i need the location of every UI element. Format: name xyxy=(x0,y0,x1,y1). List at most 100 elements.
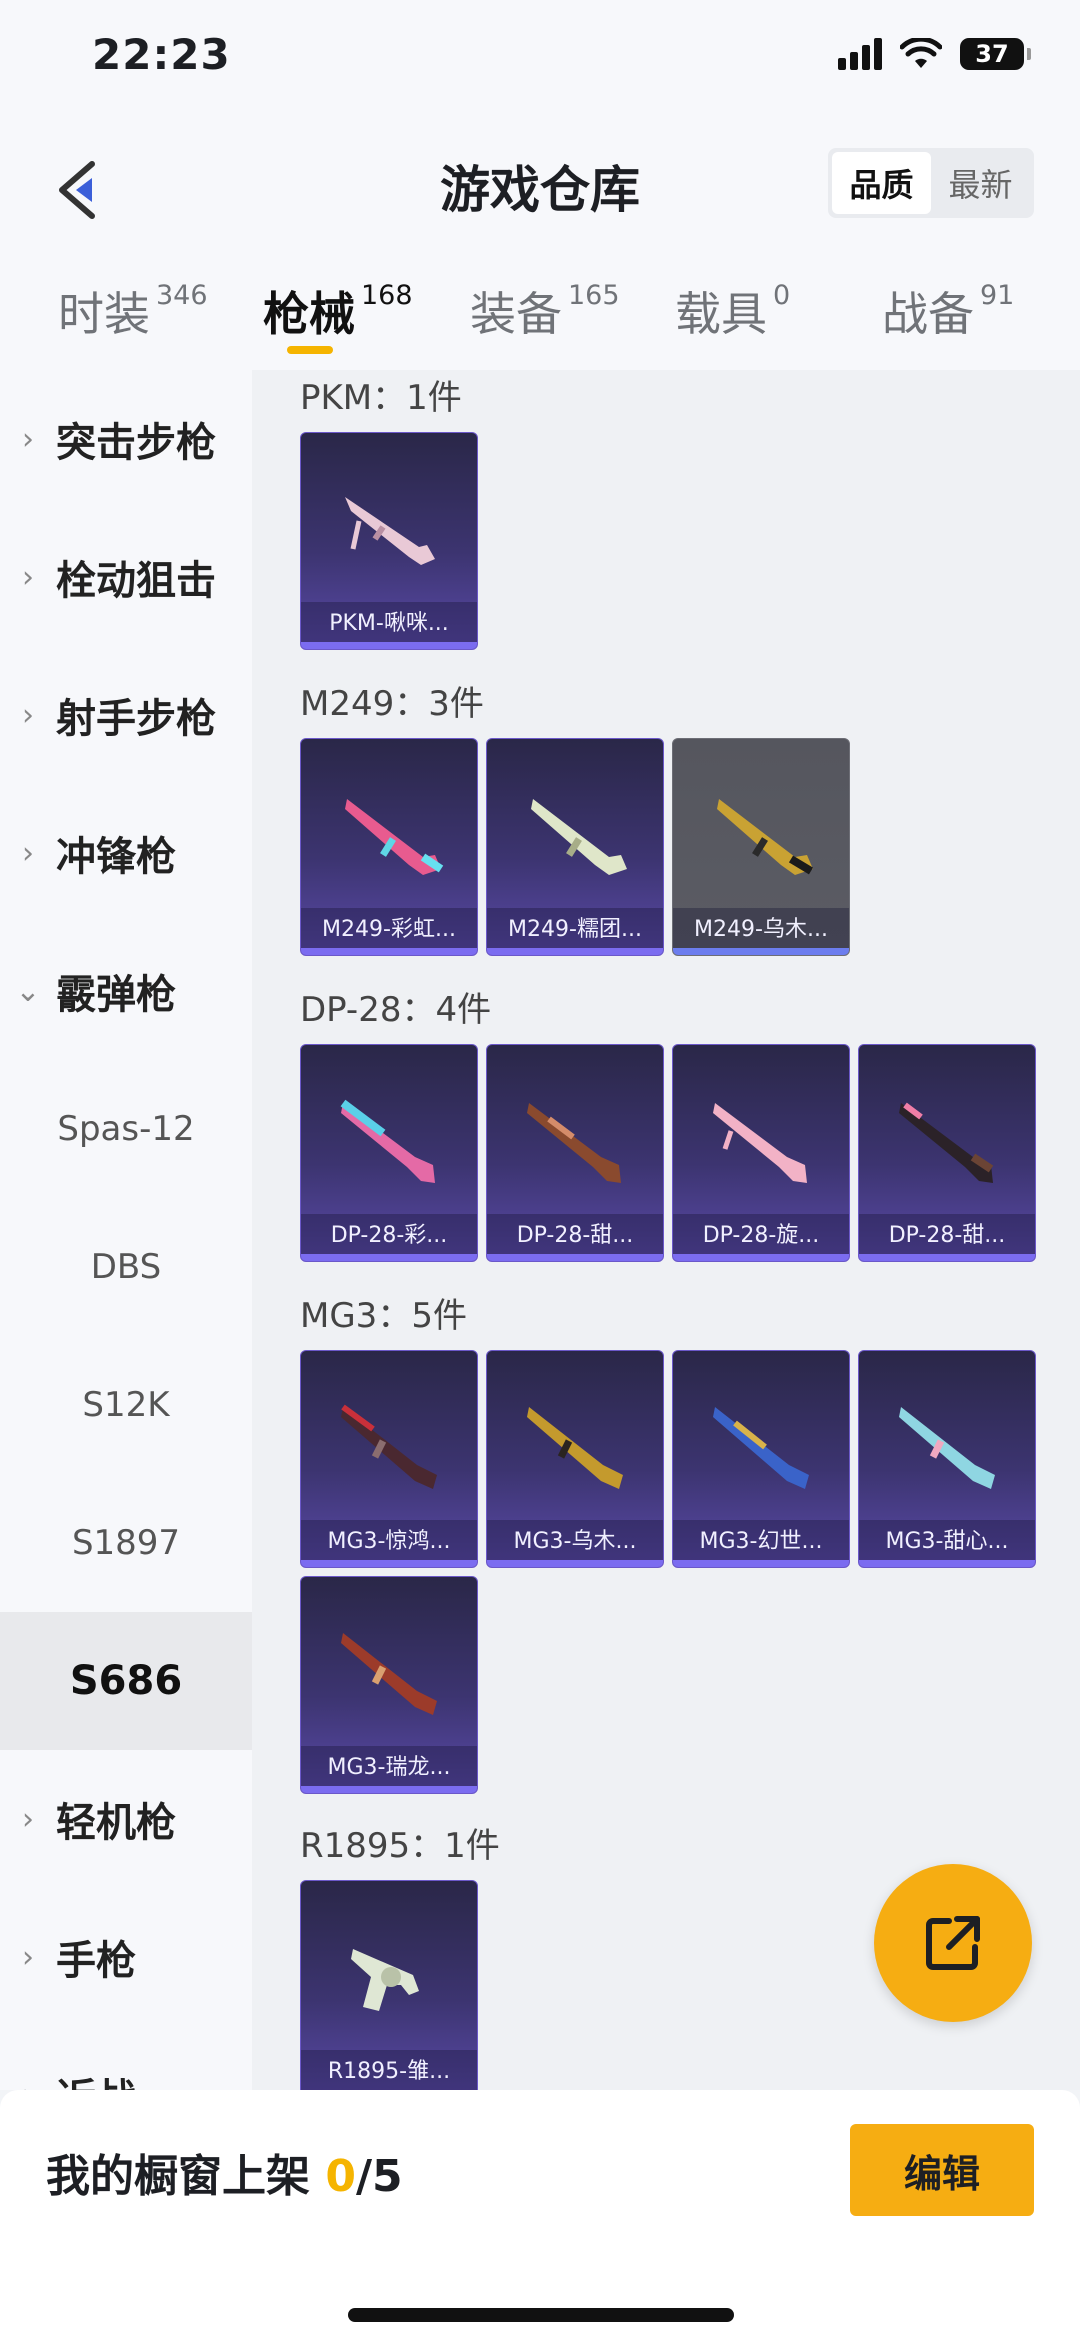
tab-equipment[interactable]: 装备 165 xyxy=(470,278,620,344)
mg3-icon xyxy=(341,1404,437,1489)
tab-count: 0 xyxy=(773,280,791,311)
sidebar-sub-spas12[interactable]: Spas-12 xyxy=(0,1060,252,1198)
dp28-icon xyxy=(527,1103,621,1183)
sidebar-item-shotgun[interactable]: ⌄ 霰弹枪 xyxy=(0,922,252,1060)
sidebar-item-label: 射手步枪 xyxy=(56,696,216,742)
weapon-name: PKM-啾咪... xyxy=(329,611,449,636)
sidebar-item-lmg[interactable]: › 轻机枪 xyxy=(0,1750,252,1888)
shelf-used-count: 0 xyxy=(325,2151,356,2202)
tab-label: 战备 xyxy=(882,287,974,341)
tab-label: 枪械 xyxy=(263,287,355,341)
dp28-icon xyxy=(899,1102,994,1183)
m249-icon xyxy=(345,799,444,875)
weapon-card[interactable]: M249-彩虹... xyxy=(300,738,478,956)
weapon-card[interactable]: DP-28-彩... xyxy=(300,1044,478,1262)
weapon-card[interactable]: MG3-瑞龙... xyxy=(300,1576,478,1794)
weapon-name: M249-彩虹... xyxy=(322,917,456,942)
share-button[interactable] xyxy=(874,1864,1032,2022)
weapon-card[interactable]: M249-乌木... xyxy=(672,738,850,956)
group-title-mg3: MG3：5件 xyxy=(300,1296,467,1336)
sidebar-sub-dbs[interactable]: DBS xyxy=(0,1198,252,1336)
home-indicator[interactable] xyxy=(348,2308,734,2322)
chevron-right-icon: › xyxy=(22,1939,34,1975)
weapon-card[interactable]: DP-28-甜... xyxy=(858,1044,1036,1262)
sidebar-item-label: 近战 xyxy=(56,2066,136,2090)
weapon-card[interactable]: PKM-啾咪... xyxy=(300,432,478,650)
dp28-icon xyxy=(340,1099,435,1183)
weapon-name: MG3-惊鸿... xyxy=(327,1529,451,1554)
tab-count: 165 xyxy=(568,280,620,311)
weapon-name: M249-糯团... xyxy=(508,917,642,942)
mg3-icon xyxy=(713,1407,809,1489)
sidebar-sub-s12k[interactable]: S12K xyxy=(0,1336,252,1474)
status-time: 22:23 xyxy=(92,30,231,79)
sidebar: › 突击步枪 › 栓动狙击 › 射手步枪 › 冲锋枪 ⌄ 霰弹枪 Spas-12… xyxy=(0,370,252,2090)
tab-vehicles[interactable]: 载具 0 xyxy=(675,278,790,344)
weapon-name: DP-28-彩... xyxy=(330,1223,448,1248)
weapon-name: DP-28-旋... xyxy=(702,1223,820,1248)
chevron-right-icon: › xyxy=(22,835,34,871)
sidebar-sub-s1897[interactable]: S1897 xyxy=(0,1474,252,1612)
status-bar: 22:23 37 xyxy=(0,0,1080,120)
weapon-card[interactable]: DP-28-甜... xyxy=(486,1044,664,1262)
edit-button[interactable]: 编辑 xyxy=(850,2124,1034,2216)
m249-icon xyxy=(717,799,814,875)
sidebar-item-label: 手枪 xyxy=(56,1938,136,1984)
sidebar-item-smg[interactable]: › 冲锋枪 xyxy=(0,784,252,922)
dp28-icon xyxy=(713,1103,807,1183)
chevron-right-icon: › xyxy=(0,2078,56,2091)
sidebar-sub-s686[interactable]: S686 xyxy=(0,1612,252,1750)
active-tab-indicator xyxy=(287,346,333,354)
mg3-icon xyxy=(527,1407,623,1489)
r1895-icon xyxy=(351,1949,419,2011)
share-icon xyxy=(926,1916,980,1970)
group-title-m249: M249：3件 xyxy=(300,684,484,724)
weapon-name: MG3-甜心... xyxy=(885,1529,1009,1554)
sort-newest-button[interactable]: 最新 xyxy=(931,152,1030,214)
weapon-card[interactable]: MG3-甜心... xyxy=(858,1350,1036,1568)
group-title-dp28: DP-28：4件 xyxy=(300,990,492,1030)
weapon-card[interactable]: MG3-幻世... xyxy=(672,1350,850,1568)
tab-label: 时装 xyxy=(58,287,150,341)
weapon-card[interactable]: MG3-乌木... xyxy=(486,1350,664,1568)
mg3-icon xyxy=(341,1633,437,1715)
weapon-name: MG3-幻世... xyxy=(699,1529,823,1554)
sidebar-item-assault-rifle[interactable]: › 突击步枪 xyxy=(0,370,252,508)
status-icons: 37 xyxy=(838,38,1031,70)
tab-count: 91 xyxy=(980,280,1015,311)
chevron-right-icon: › xyxy=(22,697,34,733)
tab-count: 168 xyxy=(361,280,413,311)
sidebar-item-label: 突击步枪 xyxy=(56,420,216,466)
chevron-right-icon: › xyxy=(22,559,34,595)
shelf-status: 我的橱窗上架 0/5 xyxy=(46,2140,403,2204)
weapon-card[interactable]: MG3-惊鸿... xyxy=(300,1350,478,1568)
sidebar-item-marksman-rifle[interactable]: › 射手步枪 xyxy=(0,646,252,784)
shelf-total: /5 xyxy=(355,2151,403,2202)
m249-icon xyxy=(531,799,627,875)
chevron-down-icon: ⌄ xyxy=(15,973,41,1009)
weapon-name: DP-28-甜... xyxy=(516,1223,634,1248)
sidebar-item-bolt-sniper[interactable]: › 栓动狙击 xyxy=(0,508,252,646)
sort-toggle: 品质 最新 xyxy=(828,148,1034,218)
group-title-r1895: R1895：1件 xyxy=(300,1826,500,1866)
signal-icon xyxy=(838,38,882,70)
sidebar-item-label: 霰弹枪 xyxy=(56,972,176,1018)
weapon-card[interactable]: DP-28-旋... xyxy=(672,1044,850,1262)
tab-label: 装备 xyxy=(470,287,562,341)
tab-firearms[interactable]: 枪械 168 xyxy=(263,278,413,344)
weapon-name: DP-28-甜... xyxy=(888,1223,1006,1248)
weapon-card[interactable]: M249-糯团... xyxy=(486,738,664,956)
chevron-right-icon: › xyxy=(22,421,34,457)
sidebar-item-label: 轻机枪 xyxy=(56,1800,176,1846)
weapon-card[interactable]: R1895-雏... xyxy=(300,1880,478,2090)
chevron-right-icon: › xyxy=(22,1801,34,1837)
sort-quality-button[interactable]: 品质 xyxy=(832,152,931,214)
category-tabs: 时装 346 枪械 168 装备 165 载具 0 战备 91 xyxy=(0,260,1080,370)
tab-label: 载具 xyxy=(675,287,767,341)
tab-fashion[interactable]: 时装 346 xyxy=(58,278,208,344)
weapon-name: MG3-瑞龙... xyxy=(327,1755,451,1780)
weapon-list[interactable]: PKM：1件 PKM-啾咪... M249：3件 M249-彩虹... M249… xyxy=(252,370,1080,2090)
sidebar-item-pistol[interactable]: › 手枪 xyxy=(0,1888,252,2026)
tab-combat-gear[interactable]: 战备 91 xyxy=(882,278,1014,344)
sidebar-item-melee[interactable]: › 近战 xyxy=(0,2026,252,2090)
